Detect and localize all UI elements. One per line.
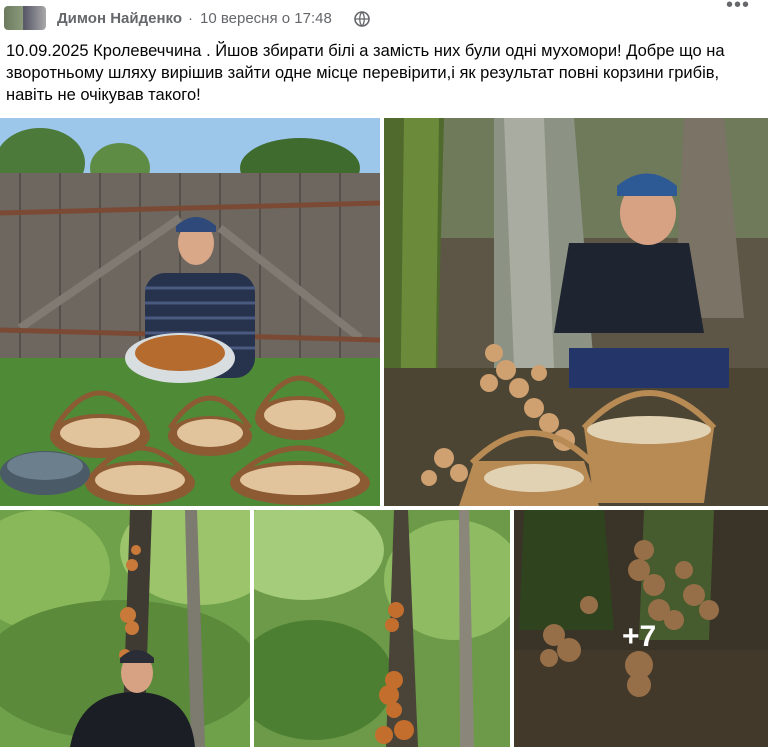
- photo-tile-2[interactable]: [384, 118, 768, 506]
- photo-tile-5[interactable]: +7: [514, 510, 768, 747]
- globe-icon[interactable]: [354, 11, 370, 27]
- post-text: 10.09.2025 Кролевеччина . Йшов збирати б…: [6, 42, 725, 104]
- post-header: Димон Найденко · 10 вересня о 17:48 •••: [0, 0, 768, 36]
- photo-tile-3[interactable]: [0, 510, 250, 747]
- separator-dot: ·: [188, 10, 193, 27]
- photo-man-with-basket-in-forest-icon: [384, 118, 768, 506]
- photo-man-with-mushroom-baskets-icon: [0, 118, 380, 506]
- photo-tile-4[interactable]: [254, 510, 510, 747]
- photo-tile-1[interactable]: [0, 118, 380, 506]
- photo-mushrooms-on-tree-trunk-icon: [254, 510, 510, 747]
- more-options-icon[interactable]: •••: [726, 0, 750, 15]
- post-timestamp[interactable]: 10 вересня о 17:48: [200, 10, 332, 27]
- author-avatar[interactable]: [4, 6, 46, 30]
- author-name[interactable]: Димон Найденко: [57, 10, 182, 27]
- more-photos-count[interactable]: +7: [622, 620, 656, 654]
- photo-man-under-mushroom-tree-icon: [0, 510, 250, 747]
